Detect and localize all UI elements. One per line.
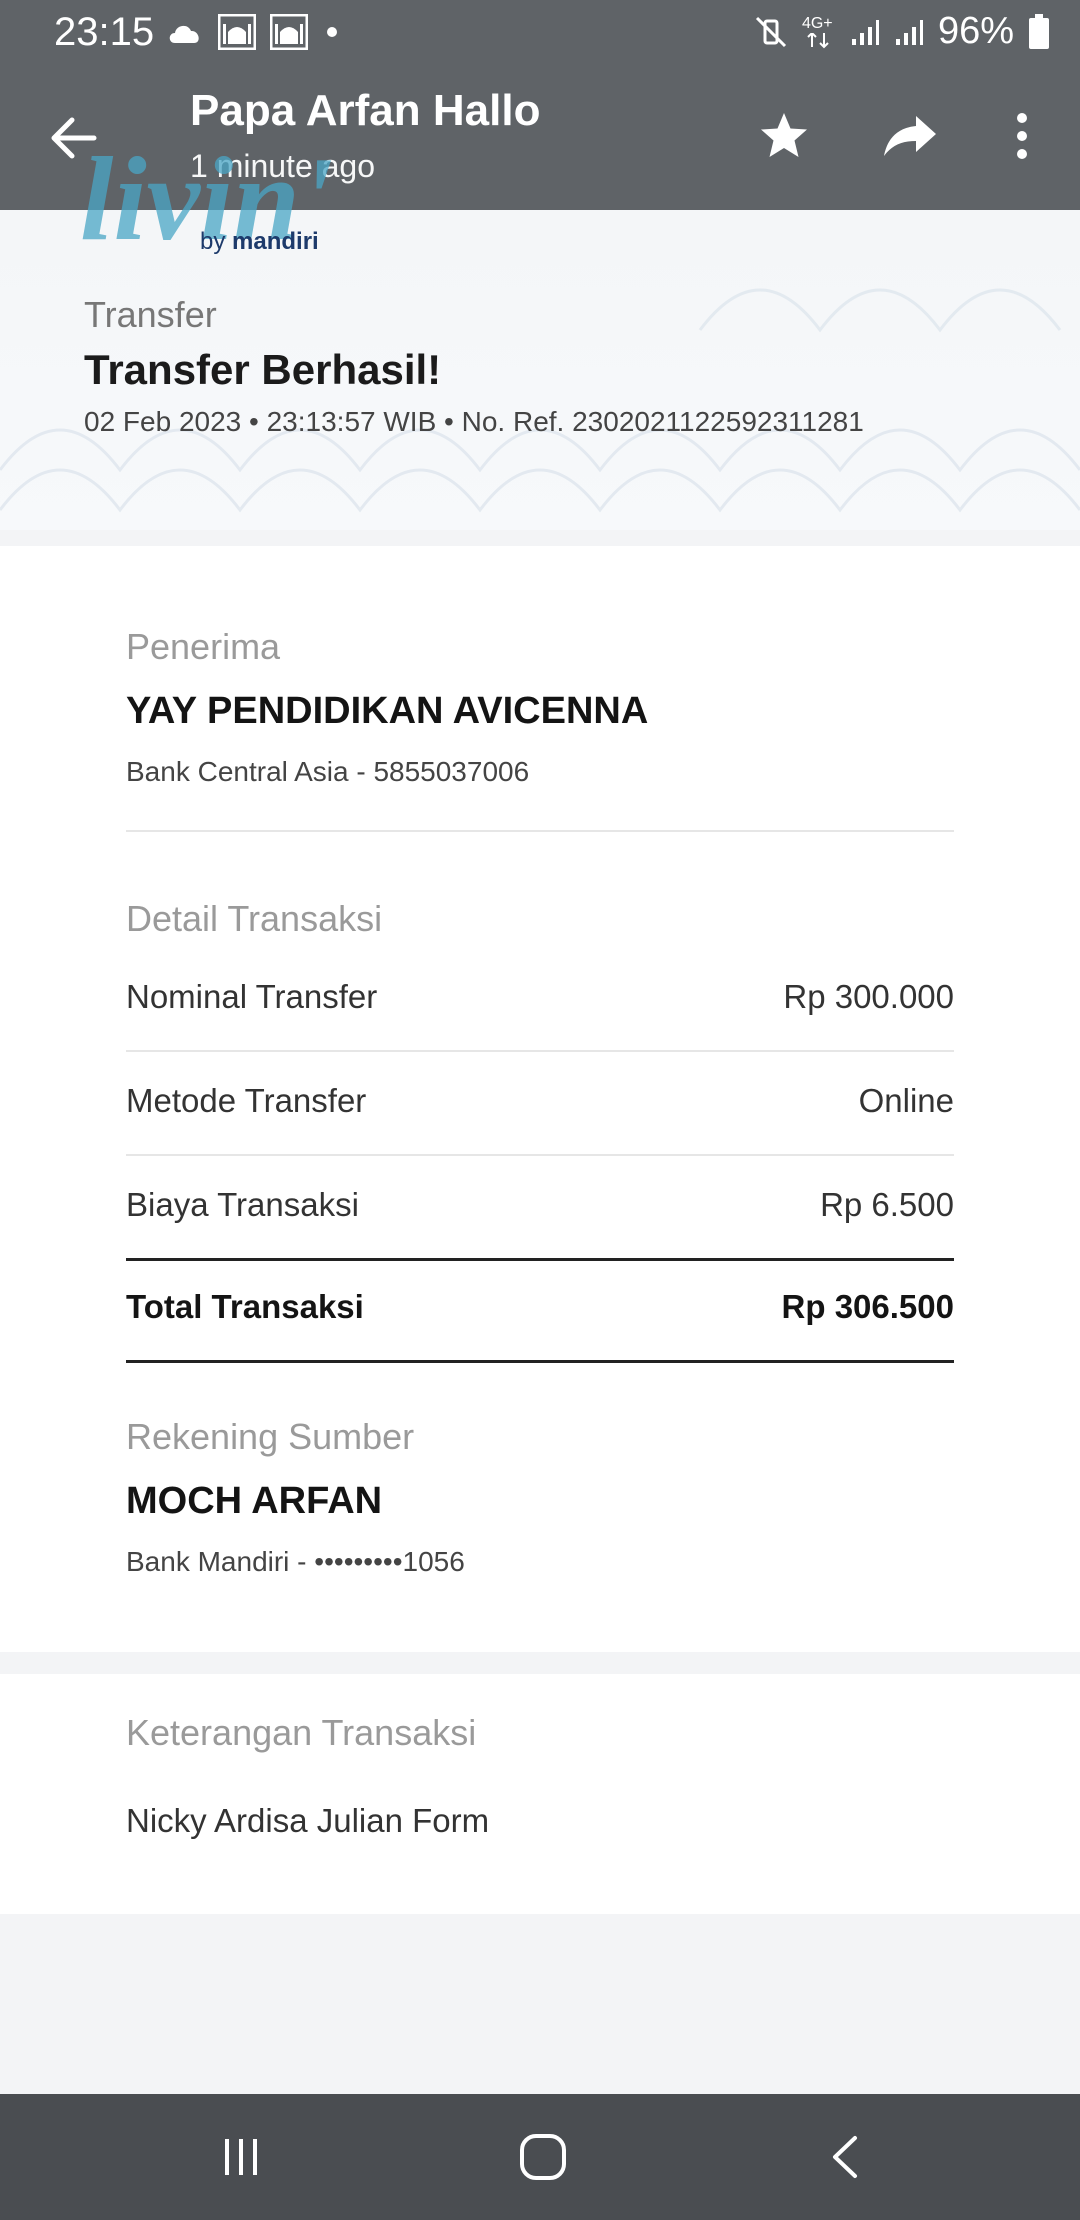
recipient-label: Penerima bbox=[126, 626, 281, 667]
divider bbox=[126, 1154, 954, 1156]
nominal-value: Rp 300.000 bbox=[783, 978, 954, 1015]
battery-icon bbox=[1029, 13, 1049, 49]
method-value: Online bbox=[858, 1082, 954, 1119]
receipt-image: livin' by mandiri Transfer Transfer Berh… bbox=[0, 132, 1080, 2094]
note-text: Nicky Ardisa Julian Form bbox=[126, 1802, 490, 1839]
brand-subtitle: by mandiri bbox=[200, 228, 319, 255]
fee-value: Rp 6.500 bbox=[820, 1186, 954, 1223]
back-icon bbox=[833, 2136, 857, 2178]
recipient-bank: Bank Central Asia - 5855037006 bbox=[126, 756, 530, 787]
status-bar: 23:15 4G+ 96% bbox=[0, 0, 1080, 66]
source-name: MOCH ARFAN bbox=[126, 1480, 383, 1522]
navigation-bar bbox=[0, 2094, 1080, 2220]
4g-icon: 4G+ bbox=[802, 15, 836, 49]
mosque-icon bbox=[270, 14, 308, 50]
source-bank: Bank Mandiri - •••••••••1056 bbox=[126, 1546, 465, 1577]
mosque-icon bbox=[218, 14, 256, 50]
battery-percent: 96% bbox=[937, 10, 1014, 52]
signal-icon bbox=[851, 19, 879, 45]
more-vert-icon[interactable] bbox=[1010, 112, 1034, 160]
note-label: Keterangan Transaksi bbox=[126, 1712, 477, 1753]
divider bbox=[126, 1050, 954, 1052]
divider bbox=[126, 830, 954, 832]
back-button[interactable] bbox=[812, 2124, 878, 2190]
total-divider-bottom bbox=[126, 1360, 954, 1363]
home-icon bbox=[520, 2134, 566, 2180]
status-time: 23:15 bbox=[54, 10, 155, 54]
fee-label: Biaya Transaksi bbox=[126, 1186, 359, 1223]
star-icon[interactable] bbox=[758, 110, 810, 162]
total-value: Rp 306.500 bbox=[781, 1288, 954, 1325]
transaction-status: Transfer Berhasil! bbox=[84, 346, 442, 393]
conversation-title: Papa Arfan Hallo bbox=[190, 86, 541, 135]
method-label: Metode Transfer bbox=[126, 1082, 367, 1119]
mute-vibrate-icon bbox=[755, 16, 786, 47]
network-label: 4G+ bbox=[801, 14, 833, 32]
share-icon[interactable] bbox=[882, 114, 938, 158]
recipient-name: YAY PENDIDIKAN AVICENNA bbox=[126, 690, 649, 732]
home-button[interactable] bbox=[510, 2124, 576, 2190]
total-divider-top bbox=[126, 1258, 954, 1261]
transaction-type: Transfer bbox=[84, 294, 217, 335]
cloud-icon bbox=[169, 25, 199, 43]
transaction-meta: 02 Feb 2023 • 23:13:57 WIB • No. Ref. 23… bbox=[84, 406, 864, 437]
source-label: Rekening Sumber bbox=[126, 1416, 415, 1457]
details-label: Detail Transaksi bbox=[126, 898, 383, 939]
total-label: Total Transaksi bbox=[126, 1288, 364, 1325]
recent-apps-icon bbox=[225, 2139, 257, 2175]
recent-apps-button[interactable] bbox=[208, 2124, 274, 2190]
receipt-detail-card: Penerima YAY PENDIDIKAN AVICENNA Bank Ce… bbox=[0, 546, 1080, 1652]
signal-icon bbox=[895, 19, 923, 45]
nominal-label: Nominal Transfer bbox=[126, 978, 378, 1015]
note-card: Keterangan Transaksi Nicky Ardisa Julian… bbox=[0, 1674, 1080, 1914]
receipt-header: livin' by mandiri Transfer Transfer Berh… bbox=[0, 132, 1080, 530]
dot-icon bbox=[327, 27, 337, 37]
